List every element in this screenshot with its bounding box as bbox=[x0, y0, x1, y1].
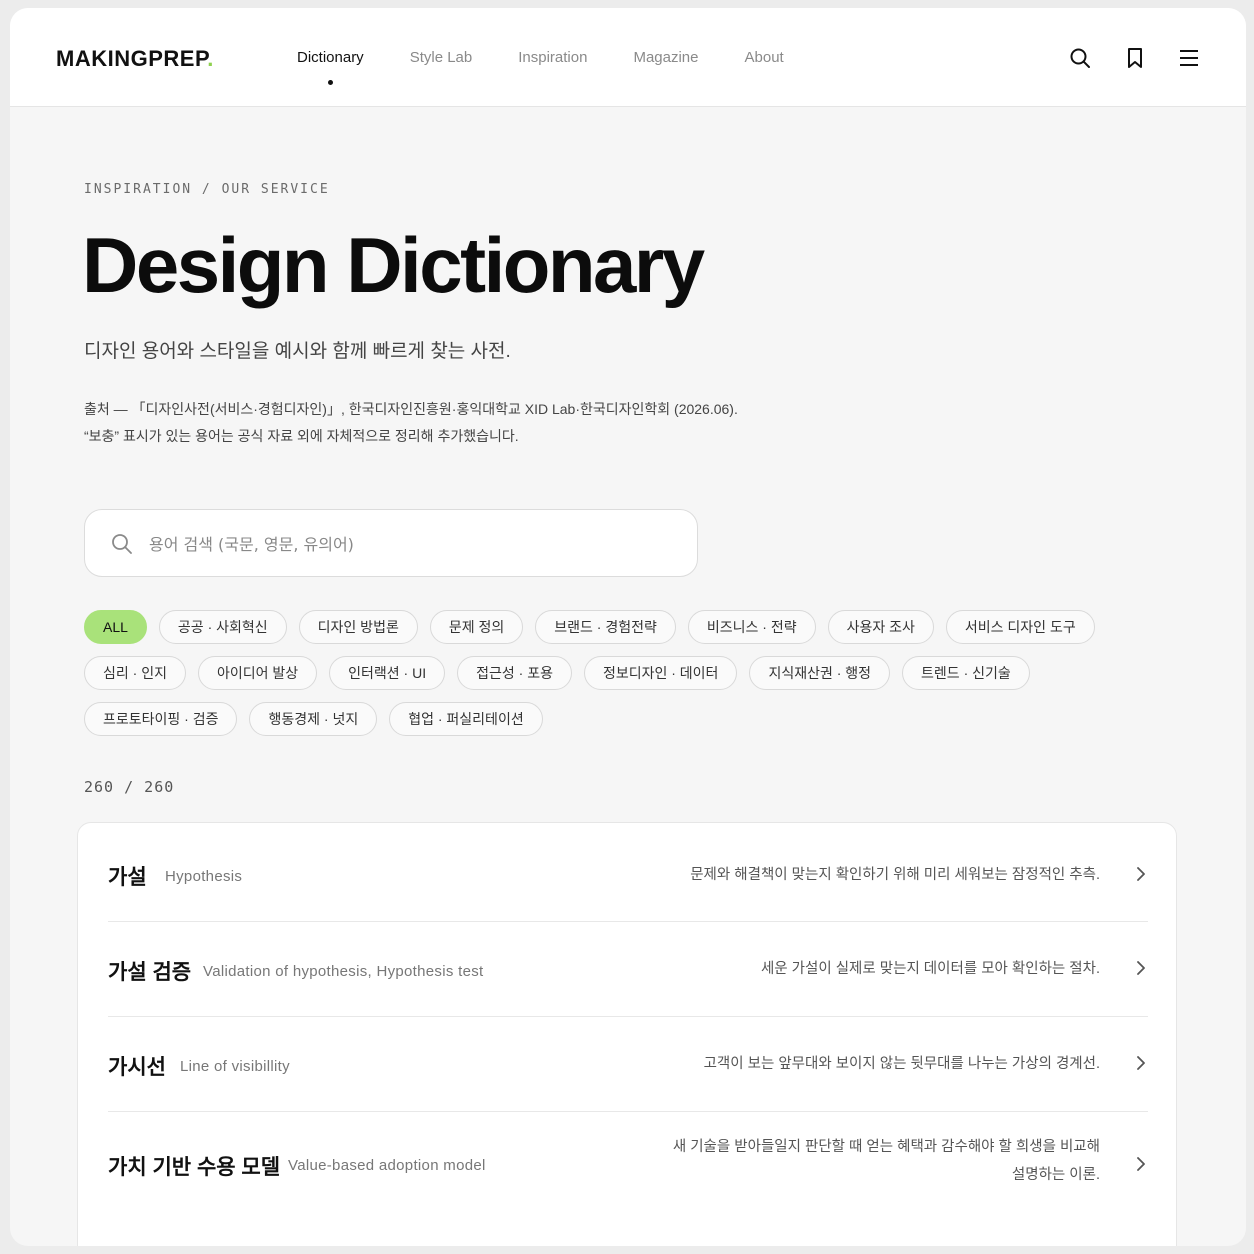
nav-about[interactable]: About bbox=[745, 49, 784, 66]
search-box bbox=[84, 509, 698, 577]
supplement-note: “보충” 표시가 있는 용어는 공식 자료 외에 자체적으로 정리해 추가했습니… bbox=[84, 428, 519, 444]
page-subtitle: 디자인 용어와 스타일을 예시와 함께 빠르게 찾는 사전. bbox=[84, 341, 511, 362]
term-english: Value-based adoption model bbox=[288, 1157, 486, 1174]
source-line: 출처 — 「디자인사전(서비스·경험디자인)」, 한국디자인진흥원·홍익대학교 … bbox=[84, 401, 738, 417]
chevron-right-icon bbox=[1137, 867, 1145, 881]
term-row[interactable]: 가설 Hypothesis 문제와 해결책이 맞는지 확인하기 위해 미리 세워… bbox=[108, 823, 1148, 922]
nav-magazine[interactable]: Magazine bbox=[633, 49, 698, 66]
category-filters: ALL 공공 · 사회혁신 디자인 방법론 문제 정의 브랜드 · 경험전략 비… bbox=[84, 610, 1164, 736]
site-header: MAKINGPREP. Dictionary Style Lab Inspira… bbox=[10, 8, 1246, 107]
search-icon[interactable] bbox=[1068, 46, 1092, 70]
nav-dictionary[interactable]: Dictionary bbox=[297, 49, 364, 85]
term-row[interactable]: 가설 검증 Validation of hypothesis, Hypothes… bbox=[108, 921, 1148, 1017]
filter-chip[interactable]: 사용자 조사 bbox=[827, 610, 934, 644]
chevron-right-icon bbox=[1137, 1056, 1145, 1070]
main-nav: Dictionary Style Lab Inspiration Magazin… bbox=[297, 49, 830, 85]
filter-chip[interactable]: 접근성 · 포용 bbox=[457, 656, 572, 690]
term-definition: 새 기술을 받아들일지 판단할 때 얻는 혜택과 감수해야 할 희생을 비교해 … bbox=[672, 1139, 1100, 1183]
logo-dot: . bbox=[207, 46, 214, 71]
chevron-right-icon bbox=[1137, 961, 1145, 975]
menu-icon[interactable] bbox=[1177, 46, 1201, 70]
term-english: Line of visibillity bbox=[180, 1058, 290, 1075]
filter-chip[interactable]: 디자인 방법론 bbox=[298, 610, 418, 644]
term-korean: 가치 기반 수용 모델 bbox=[108, 1156, 281, 1179]
filter-chip[interactable]: 트렌드 · 신기술 bbox=[902, 656, 1030, 690]
filter-chip[interactable]: 서비스 디자인 도구 bbox=[945, 610, 1095, 644]
search-icon bbox=[112, 534, 132, 554]
filter-chip[interactable]: 프로토타이핑 · 검증 bbox=[84, 702, 238, 736]
term-list: 가설 Hypothesis 문제와 해결책이 맞는지 확인하기 위해 미리 세워… bbox=[77, 822, 1177, 1246]
filter-chip[interactable]: 협업 · 퍼실리테이션 bbox=[389, 702, 543, 736]
logo-text: MAKINGPREP bbox=[56, 46, 208, 71]
filter-chip[interactable]: 행동경제 · 넛지 bbox=[249, 702, 378, 736]
term-korean: 가시선 bbox=[108, 1056, 166, 1079]
term-row[interactable]: 가치 기반 수용 모델 Value-based adoption model 새… bbox=[108, 1111, 1148, 1221]
filter-chip[interactable]: 지식재산권 · 행정 bbox=[749, 656, 891, 690]
term-definition: 문제와 해결책이 맞는지 확인하기 위해 미리 세워보는 잠정적인 추측. bbox=[690, 867, 1100, 883]
source-note: 출처 — 「디자인사전(서비스·경험디자인)」, 한국디자인진흥원·홍익대학교 … bbox=[84, 396, 738, 450]
search-input[interactable] bbox=[147, 524, 671, 564]
term-english: Validation of hypothesis, Hypothesis tes… bbox=[203, 963, 484, 980]
filter-chip[interactable]: 브랜드 · 경험전략 bbox=[535, 610, 676, 644]
filter-chip[interactable]: 정보디자인 · 데이터 bbox=[583, 656, 738, 690]
term-korean: 가설 검증 bbox=[108, 961, 192, 984]
filter-chip-all[interactable]: ALL bbox=[84, 610, 147, 644]
term-english: Hypothesis bbox=[165, 868, 243, 885]
term-korean: 가설 bbox=[108, 866, 147, 889]
term-row[interactable]: 가시선 Line of visibillity 고객이 보는 앞무대와 보이지 … bbox=[108, 1016, 1148, 1112]
filter-chip[interactable]: 아이디어 발상 bbox=[197, 656, 318, 690]
term-definition: 고객이 보는 앞무대와 보이지 않는 뒷무대를 나누는 가상의 경계선. bbox=[703, 1056, 1100, 1072]
breadcrumb: INSPIRATION / OUR SERVICE bbox=[84, 182, 330, 197]
result-count: 260 / 260 bbox=[84, 778, 175, 796]
filter-chip[interactable]: 문제 정의 bbox=[429, 610, 524, 644]
filter-chip[interactable]: 공공 · 사회혁신 bbox=[158, 610, 287, 644]
bookmark-icon[interactable] bbox=[1123, 46, 1147, 70]
chevron-right-icon bbox=[1137, 1157, 1145, 1171]
page-frame: MAKINGPREP. Dictionary Style Lab Inspira… bbox=[10, 8, 1246, 1246]
filter-chip[interactable]: 인터랙션 · UI bbox=[329, 656, 446, 690]
nav-inspiration[interactable]: Inspiration bbox=[518, 49, 587, 66]
page-title: Design Dictionary bbox=[82, 221, 705, 309]
term-definition: 세운 가설이 실제로 맞는지 데이터를 모아 확인하는 절차. bbox=[760, 961, 1100, 977]
nav-style-lab[interactable]: Style Lab bbox=[410, 49, 473, 66]
filter-chip[interactable]: 비즈니스 · 전략 bbox=[687, 610, 816, 644]
filter-chip[interactable]: 심리 · 인지 bbox=[84, 656, 186, 690]
logo[interactable]: MAKINGPREP. bbox=[56, 46, 214, 72]
